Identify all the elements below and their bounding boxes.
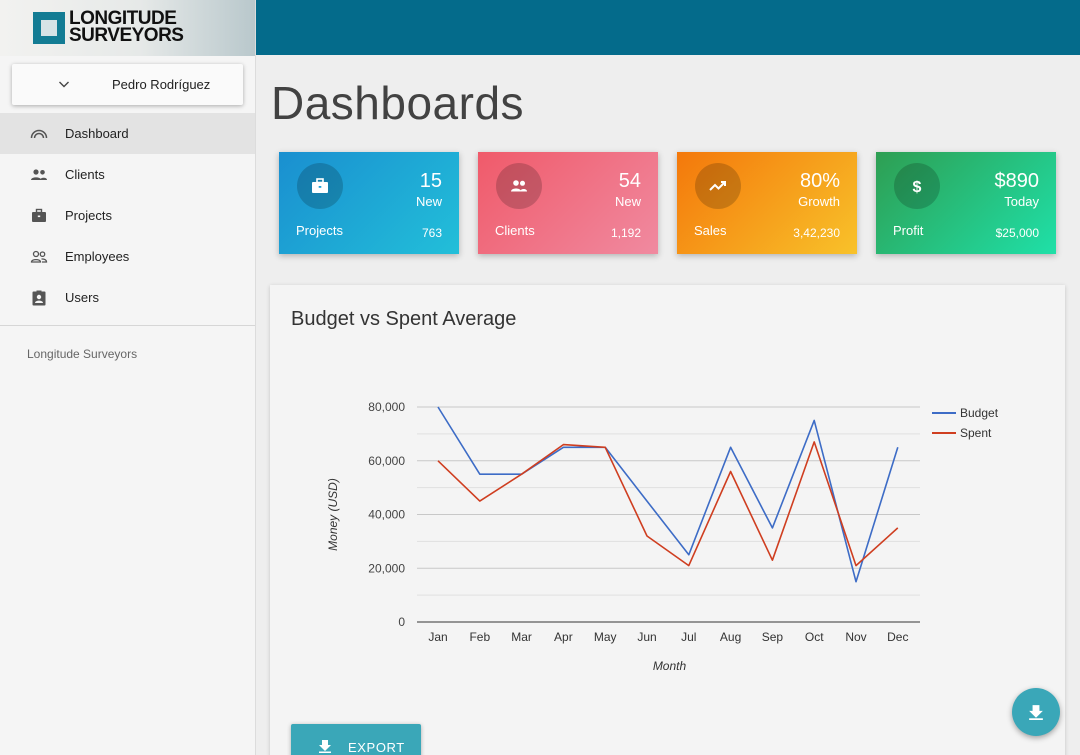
legend-label: Spent	[960, 426, 992, 440]
card-count: $25,000	[995, 226, 1039, 240]
people-icon	[31, 169, 47, 180]
dashboard-icon	[30, 129, 48, 139]
sidebar-item-projects[interactable]: Projects	[0, 195, 255, 236]
user-menu-button[interactable]: Pedro Rodríguez	[12, 64, 243, 105]
y-tick-label: 40,000	[368, 508, 405, 522]
x-tick-label: Oct	[805, 630, 824, 644]
logo-mark-icon	[33, 12, 65, 44]
svg-text:$: $	[913, 179, 922, 196]
trending-up-icon	[709, 181, 726, 191]
chevron-down-icon	[59, 81, 69, 88]
sidebar-item-clients[interactable]: Clients	[0, 154, 255, 195]
y-tick-label: 0	[398, 615, 405, 629]
card-value: 80%	[799, 170, 840, 192]
x-tick-label: Sep	[762, 630, 784, 644]
card-count: 763	[421, 226, 442, 240]
sidebar-item-users[interactable]: Users	[0, 277, 255, 318]
card-label: Sales	[694, 223, 727, 238]
card-icon-circle	[297, 163, 343, 209]
sidebar-divider	[0, 325, 255, 326]
x-axis-title: Month	[653, 659, 687, 673]
sidebar-item-label: Clients	[65, 167, 105, 182]
card-subtitle: New	[415, 194, 442, 209]
card-icon-circle	[695, 163, 741, 209]
card-icon-circle	[496, 163, 542, 209]
dollar-icon: $	[913, 179, 922, 196]
x-tick-label: May	[594, 630, 617, 644]
series-line-budget	[437, 406, 899, 583]
briefcase-icon	[312, 178, 328, 193]
sidebar-item-label: Dashboard	[65, 126, 129, 141]
stat-card-clients[interactable]: 54 New Clients 1,192	[478, 152, 658, 254]
sidebar-item-label: Employees	[65, 249, 130, 264]
card-icon-circle: $	[894, 163, 940, 209]
app-header-bar	[256, 0, 1080, 55]
x-tick-label: Jun	[637, 630, 656, 644]
sidebar-nav: Dashboard Clients Projects Employees Use…	[0, 113, 255, 318]
line-chart[interactable]: 0 20,000 40,000 60,000 80,000 Jan Feb Mar Apr May…	[270, 285, 1065, 705]
x-tick-label: Mar	[511, 630, 532, 644]
stat-card-sales[interactable]: 80% Growth Sales 3,42,230	[677, 152, 857, 254]
x-tick-label: Jul	[681, 630, 696, 644]
y-tick-label: 60,000	[368, 454, 405, 468]
sidebar-item-label: Projects	[65, 208, 112, 223]
people-icon	[511, 180, 527, 192]
card-label: Clients	[495, 223, 535, 238]
y-tick-label: 80,000	[368, 400, 405, 414]
y-axis-title: Money (USD)	[326, 478, 340, 551]
card-value: 15	[419, 170, 442, 192]
x-tick-label: Dec	[887, 630, 908, 644]
stat-card-profit[interactable]: $ $890 Today Profit $25,000	[876, 152, 1056, 254]
card-label: Projects	[296, 223, 343, 238]
logo[interactable]: LONGITUDE SURVEYORS	[0, 0, 255, 56]
card-count: 3,42,230	[793, 226, 840, 240]
card-value: 54	[618, 170, 641, 192]
sidebar-item-dashboard[interactable]: Dashboard	[0, 113, 255, 154]
user-name: Pedro Rodríguez	[112, 77, 211, 92]
people-outline-icon	[30, 250, 48, 263]
card-value: $890	[994, 170, 1040, 192]
download-fab-button[interactable]	[1012, 688, 1060, 736]
export-button[interactable]: EXPORT	[291, 724, 421, 755]
briefcase-icon	[32, 208, 46, 222]
chart-panel: Budget vs Spent Average 0 20,000 40,000 60,…	[270, 285, 1065, 755]
card-count: 1,192	[610, 226, 641, 240]
card-subtitle: Today	[1004, 194, 1039, 209]
export-button-label: EXPORT	[348, 740, 405, 755]
y-tick-label: 20,000	[368, 561, 405, 575]
x-tick-label: Nov	[845, 630, 866, 644]
download-icon	[319, 740, 331, 753]
card-subtitle: New	[614, 194, 641, 209]
legend-label: Budget	[960, 406, 999, 420]
logo-line-2: SURVEYORS	[69, 25, 184, 46]
sidebar: LONGITUDE SURVEYORS Pedro Rodríguez Dash…	[0, 0, 256, 755]
x-tick-label: Apr	[554, 630, 573, 644]
download-icon	[1029, 705, 1043, 720]
badge-icon	[32, 290, 46, 306]
sidebar-footer-label: Longitude Surveyors	[27, 347, 138, 361]
card-label: Profit	[893, 223, 924, 238]
sidebar-item-label: Users	[65, 290, 99, 305]
sidebar-item-employees[interactable]: Employees	[0, 236, 255, 277]
logo-text: LONGITUDE SURVEYORS	[69, 9, 184, 46]
stat-card-projects[interactable]: 15 New Projects 763	[279, 152, 459, 254]
x-tick-label: Aug	[720, 630, 741, 644]
card-subtitle: Growth	[798, 194, 840, 209]
x-tick-label: Feb	[469, 630, 490, 644]
page-title: Dashboards	[271, 77, 525, 129]
x-tick-label: Jan	[428, 630, 447, 644]
